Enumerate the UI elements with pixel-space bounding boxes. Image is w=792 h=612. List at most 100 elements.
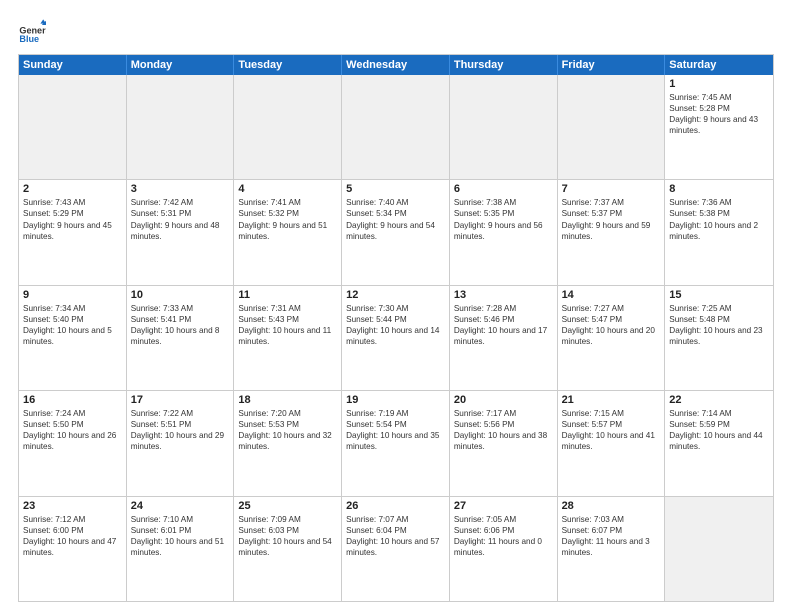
day-number: 28 — [562, 500, 661, 512]
calendar-cell-day-18: 18 Sunrise: 7:20 AM Sunset: 5:53 PM Dayli… — [234, 391, 342, 495]
day-info: Sunrise: 7:41 AM Sunset: 5:32 PM Dayligh… — [238, 197, 337, 241]
day-info: Sunrise: 7:30 AM Sunset: 5:44 PM Dayligh… — [346, 303, 445, 347]
day-info: Sunrise: 7:17 AM Sunset: 5:56 PM Dayligh… — [454, 408, 553, 452]
day-info: Sunrise: 7:14 AM Sunset: 5:59 PM Dayligh… — [669, 408, 769, 452]
day-number: 23 — [23, 500, 122, 512]
day-number: 16 — [23, 394, 122, 406]
day-number: 4 — [238, 183, 337, 195]
day-number: 17 — [131, 394, 230, 406]
calendar-cell-day-21: 21 Sunrise: 7:15 AM Sunset: 5:57 PM Dayli… — [558, 391, 666, 495]
calendar-row-2: 2 Sunrise: 7:43 AM Sunset: 5:29 PM Daylig… — [19, 179, 773, 284]
day-number: 5 — [346, 183, 445, 195]
calendar-row-1: 1 Sunrise: 7:45 AM Sunset: 5:28 PM Daylig… — [19, 75, 773, 179]
calendar-cell-day-25: 25 Sunrise: 7:09 AM Sunset: 6:03 PM Dayli… — [234, 497, 342, 601]
day-number: 27 — [454, 500, 553, 512]
day-info: Sunrise: 7:42 AM Sunset: 5:31 PM Dayligh… — [131, 197, 230, 241]
day-info: Sunrise: 7:45 AM Sunset: 5:28 PM Dayligh… — [669, 92, 769, 136]
day-number: 22 — [669, 394, 769, 406]
calendar-cell-day-28: 28 Sunrise: 7:03 AM Sunset: 6:07 PM Dayli… — [558, 497, 666, 601]
svg-text:Blue: Blue — [19, 34, 39, 44]
day-info: Sunrise: 7:25 AM Sunset: 5:48 PM Dayligh… — [669, 303, 769, 347]
calendar-cell-day-12: 12 Sunrise: 7:30 AM Sunset: 5:44 PM Dayli… — [342, 286, 450, 390]
day-info: Sunrise: 7:05 AM Sunset: 6:06 PM Dayligh… — [454, 514, 553, 558]
day-number: 14 — [562, 289, 661, 301]
day-info: Sunrise: 7:20 AM Sunset: 5:53 PM Dayligh… — [238, 408, 337, 452]
weekday-header-friday: Friday — [558, 55, 666, 75]
day-number: 13 — [454, 289, 553, 301]
calendar-cell-day-1: 1 Sunrise: 7:45 AM Sunset: 5:28 PM Daylig… — [665, 75, 773, 179]
day-info: Sunrise: 7:27 AM Sunset: 5:47 PM Dayligh… — [562, 303, 661, 347]
day-number: 11 — [238, 289, 337, 301]
calendar-cell-day-11: 11 Sunrise: 7:31 AM Sunset: 5:43 PM Dayli… — [234, 286, 342, 390]
day-info: Sunrise: 7:37 AM Sunset: 5:37 PM Dayligh… — [562, 197, 661, 241]
logo-icon: General Blue — [18, 18, 46, 46]
header: General Blue — [18, 18, 774, 46]
calendar-cell-empty — [342, 75, 450, 179]
calendar-cell-day-17: 17 Sunrise: 7:22 AM Sunset: 5:51 PM Dayli… — [127, 391, 235, 495]
day-number: 12 — [346, 289, 445, 301]
calendar-cell-day-2: 2 Sunrise: 7:43 AM Sunset: 5:29 PM Daylig… — [19, 180, 127, 284]
day-info: Sunrise: 7:19 AM Sunset: 5:54 PM Dayligh… — [346, 408, 445, 452]
calendar-cell-empty — [665, 497, 773, 601]
day-number: 1 — [669, 78, 769, 90]
day-number: 15 — [669, 289, 769, 301]
calendar-cell-day-16: 16 Sunrise: 7:24 AM Sunset: 5:50 PM Dayli… — [19, 391, 127, 495]
calendar-cell-day-3: 3 Sunrise: 7:42 AM Sunset: 5:31 PM Daylig… — [127, 180, 235, 284]
weekday-header-monday: Monday — [127, 55, 235, 75]
day-number: 20 — [454, 394, 553, 406]
calendar-row-4: 16 Sunrise: 7:24 AM Sunset: 5:50 PM Dayli… — [19, 390, 773, 495]
day-number: 2 — [23, 183, 122, 195]
weekday-header-wednesday: Wednesday — [342, 55, 450, 75]
day-info: Sunrise: 7:15 AM Sunset: 5:57 PM Dayligh… — [562, 408, 661, 452]
day-info: Sunrise: 7:10 AM Sunset: 6:01 PM Dayligh… — [131, 514, 230, 558]
day-number: 6 — [454, 183, 553, 195]
day-number: 26 — [346, 500, 445, 512]
calendar-cell-empty — [450, 75, 558, 179]
calendar-cell-day-26: 26Sunrise: 7:07 AM Sunset: 6:04 PM Dayli… — [342, 497, 450, 601]
weekday-header-saturday: Saturday — [665, 55, 773, 75]
day-info: Sunrise: 7:09 AM Sunset: 6:03 PM Dayligh… — [238, 514, 337, 558]
calendar-cell-day-23: 23 Sunrise: 7:12 AM Sunset: 6:00 PM Dayli… — [19, 497, 127, 601]
day-info: Sunrise: 7:22 AM Sunset: 5:51 PM Dayligh… — [131, 408, 230, 452]
day-number: 24 — [131, 500, 230, 512]
day-info: Sunrise: 7:31 AM Sunset: 5:43 PM Dayligh… — [238, 303, 337, 347]
day-number: 18 — [238, 394, 337, 406]
day-info: Sunrise: 7:40 AM Sunset: 5:34 PM Dayligh… — [346, 197, 445, 241]
calendar-cell-day-19: 19Sunrise: 7:19 AM Sunset: 5:54 PM Dayli… — [342, 391, 450, 495]
day-info: Sunrise: 7:43 AM Sunset: 5:29 PM Dayligh… — [23, 197, 122, 241]
day-info: Sunrise: 7:28 AM Sunset: 5:46 PM Dayligh… — [454, 303, 553, 347]
calendar-cell-day-13: 13 Sunrise: 7:28 AM Sunset: 5:46 PM Dayli… — [450, 286, 558, 390]
calendar-cell-day-22: 22 Sunrise: 7:14 AM Sunset: 5:59 PM Dayli… — [665, 391, 773, 495]
calendar-cell-empty — [127, 75, 235, 179]
calendar-cell-day-6: 6Sunrise: 7:38 AM Sunset: 5:35 PM Daylig… — [450, 180, 558, 284]
calendar-cell-empty — [558, 75, 666, 179]
day-info: Sunrise: 7:24 AM Sunset: 5:50 PM Dayligh… — [23, 408, 122, 452]
calendar-cell-day-20: 20 Sunrise: 7:17 AM Sunset: 5:56 PM Dayli… — [450, 391, 558, 495]
page: General Blue SundayMondayTuesdayWednesda… — [0, 0, 792, 612]
calendar: SundayMondayTuesdayWednesdayThursdayFrid… — [18, 54, 774, 602]
day-info: Sunrise: 7:34 AM Sunset: 5:40 PM Dayligh… — [23, 303, 122, 347]
day-number: 3 — [131, 183, 230, 195]
day-number: 10 — [131, 289, 230, 301]
calendar-cell-day-27: 27 Sunrise: 7:05 AM Sunset: 6:06 PM Dayli… — [450, 497, 558, 601]
day-info: Sunrise: 7:03 AM Sunset: 6:07 PM Dayligh… — [562, 514, 661, 558]
calendar-cell-day-8: 8Sunrise: 7:36 AM Sunset: 5:38 PM Daylig… — [665, 180, 773, 284]
calendar-cell-day-15: 15 Sunrise: 7:25 AM Sunset: 5:48 PM Dayli… — [665, 286, 773, 390]
weekday-header-tuesday: Tuesday — [234, 55, 342, 75]
calendar-header: SundayMondayTuesdayWednesdayThursdayFrid… — [19, 55, 773, 75]
calendar-cell-day-4: 4 Sunrise: 7:41 AM Sunset: 5:32 PM Daylig… — [234, 180, 342, 284]
day-info: Sunrise: 7:36 AM Sunset: 5:38 PM Dayligh… — [669, 197, 769, 241]
weekday-header-thursday: Thursday — [450, 55, 558, 75]
calendar-cell-day-5: 5 Sunrise: 7:40 AM Sunset: 5:34 PM Daylig… — [342, 180, 450, 284]
calendar-row-5: 23 Sunrise: 7:12 AM Sunset: 6:00 PM Dayli… — [19, 496, 773, 601]
day-number: 21 — [562, 394, 661, 406]
weekday-header-sunday: Sunday — [19, 55, 127, 75]
calendar-body: 1 Sunrise: 7:45 AM Sunset: 5:28 PM Daylig… — [19, 75, 773, 601]
calendar-cell-day-24: 24 Sunrise: 7:10 AM Sunset: 6:01 PM Dayli… — [127, 497, 235, 601]
day-info: Sunrise: 7:33 AM Sunset: 5:41 PM Dayligh… — [131, 303, 230, 347]
day-number: 25 — [238, 500, 337, 512]
calendar-cell-empty — [234, 75, 342, 179]
day-info: Sunrise: 7:12 AM Sunset: 6:00 PM Dayligh… — [23, 514, 122, 558]
day-number: 7 — [562, 183, 661, 195]
day-number: 9 — [23, 289, 122, 301]
